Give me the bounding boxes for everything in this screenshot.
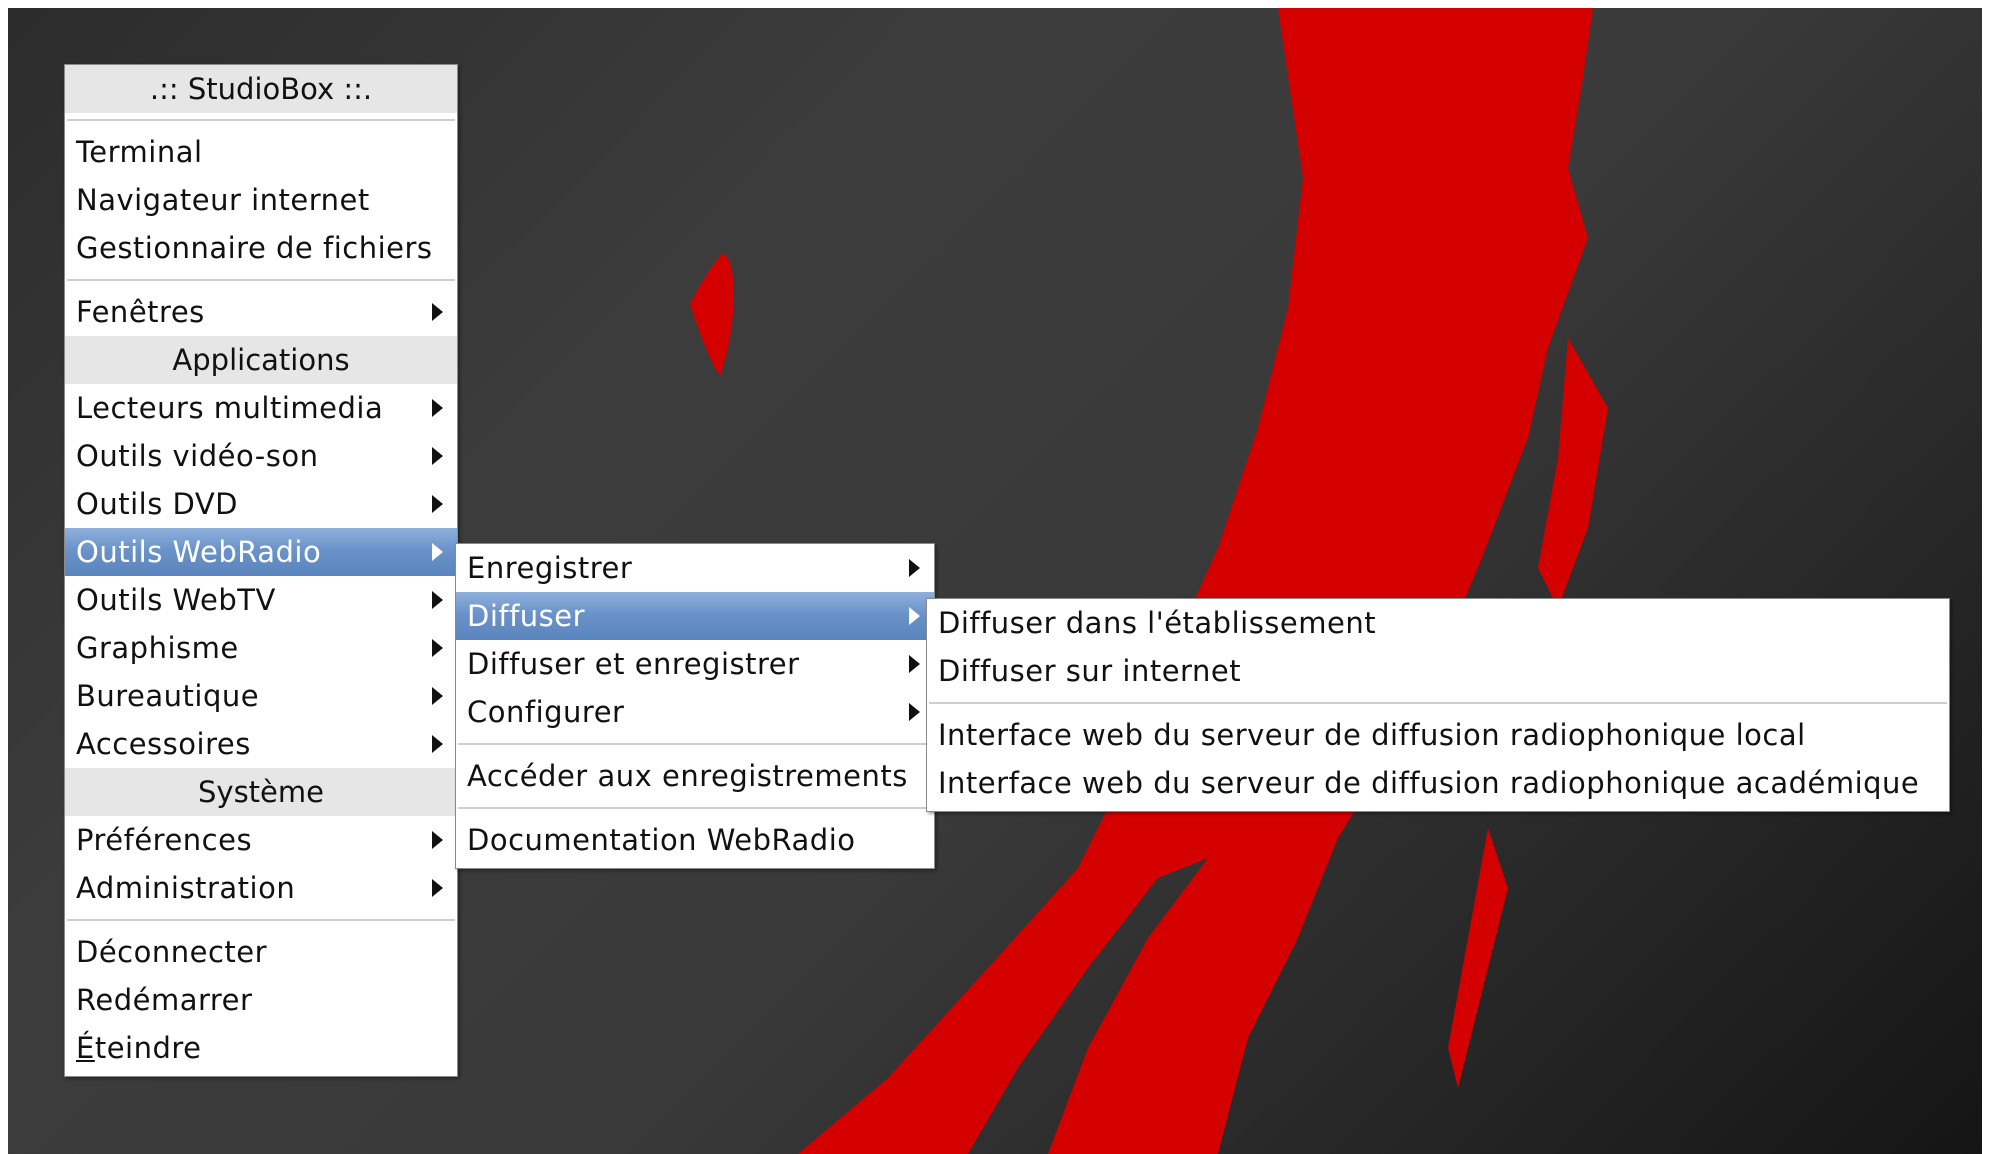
menu-item-label: Outils vidéo-son: [76, 439, 319, 473]
menu-item-shutdown[interactable]: Éteindre: [65, 1024, 457, 1072]
separator: [67, 919, 455, 921]
submenu-arrow-icon: [432, 303, 443, 321]
menu-item-label: Préférences: [76, 823, 253, 857]
menu-item-label: Outils WebTV: [76, 583, 276, 617]
separator: [929, 702, 1947, 704]
separator: [67, 119, 455, 121]
menu-item-office[interactable]: Bureautique: [65, 672, 457, 720]
submenu-arrow-icon: [909, 559, 920, 577]
submenu-arrow-icon: [432, 879, 443, 897]
applications-header: Applications: [65, 336, 457, 384]
menu-item-preferences[interactable]: Préférences: [65, 816, 457, 864]
menu-item-broadcast-internet[interactable]: Diffuser sur internet: [927, 647, 1949, 695]
menu-item-reboot[interactable]: Redémarrer: [65, 976, 457, 1024]
menu-item-label: Administration: [76, 871, 296, 905]
submenu-arrow-icon: [432, 543, 443, 561]
menu-item-logout[interactable]: Déconnecter: [65, 928, 457, 976]
menu-item-webradio-tools[interactable]: Outils WebRadio: [65, 528, 457, 576]
menu-item-label: Configurer: [467, 695, 625, 729]
menu-item-label: Diffuser et enregistrer: [467, 647, 800, 681]
menu-item-administration[interactable]: Administration: [65, 864, 457, 912]
menu-item-webradio-docs[interactable]: Documentation WebRadio: [456, 816, 934, 864]
separator: [458, 807, 932, 809]
desktop: .:: StudioBox ::. Terminal Navigateur in…: [8, 8, 1982, 1154]
menu-item-label: Outils DVD: [76, 487, 239, 521]
menu-item-open-recordings[interactable]: Accéder aux enregistrements: [456, 752, 934, 800]
menu-item-web-browser[interactable]: Navigateur internet: [65, 176, 457, 224]
red-stroke-thin: [1448, 828, 1508, 1088]
submenu-arrow-icon: [432, 831, 443, 849]
menu-item-configure[interactable]: Configurer: [456, 688, 934, 736]
menu-item-label: Graphisme: [76, 631, 239, 665]
menu-item-label: Lecteurs multimedia: [76, 391, 384, 425]
submenu-arrow-icon: [909, 703, 920, 721]
menu-item-webtv-tools[interactable]: Outils WebTV: [65, 576, 457, 624]
submenu-arrow-icon: [432, 495, 443, 513]
menu-item-label: Bureautique: [76, 679, 260, 713]
menu-item-label: Enregistrer: [467, 551, 633, 585]
separator: [67, 279, 455, 281]
red-stroke-drip: [1538, 338, 1608, 608]
broadcast-submenu: Diffuser dans l'établissement Diffuser s…: [926, 598, 1950, 812]
menu-item-windows-label: Fenêtres: [76, 295, 205, 329]
menu-item-label: Outils WebRadio: [76, 535, 322, 569]
menu-item-terminal[interactable]: Terminal: [65, 128, 457, 176]
menu-item-video-sound-tools[interactable]: Outils vidéo-son: [65, 432, 457, 480]
menu-item-dvd-tools[interactable]: Outils DVD: [65, 480, 457, 528]
menu-item-file-manager[interactable]: Gestionnaire de fichiers: [65, 224, 457, 272]
main-menu: .:: StudioBox ::. Terminal Navigateur in…: [64, 64, 458, 1077]
submenu-arrow-icon: [432, 687, 443, 705]
red-blob: [690, 253, 734, 376]
menu-item-local-server-interface[interactable]: Interface web du serveur de diffusion ra…: [927, 711, 1949, 759]
main-menu-title: .:: StudioBox ::.: [65, 65, 457, 113]
submenu-arrow-icon: [432, 639, 443, 657]
menu-item-windows[interactable]: Fenêtres: [65, 288, 457, 336]
submenu-arrow-icon: [432, 591, 443, 609]
webradio-submenu: Enregistrer Diffuser Diffuser et enregis…: [455, 543, 935, 869]
submenu-arrow-icon: [432, 447, 443, 465]
submenu-arrow-icon: [909, 655, 920, 673]
menu-item-label: teindre: [94, 1031, 202, 1065]
menu-item-label: Accessoires: [76, 727, 251, 761]
separator: [458, 743, 932, 745]
menu-item-accessories[interactable]: Accessoires: [65, 720, 457, 768]
menu-item-broadcast-local[interactable]: Diffuser dans l'établissement: [927, 599, 1949, 647]
menu-item-graphics[interactable]: Graphisme: [65, 624, 457, 672]
menu-item-academic-server-interface[interactable]: Interface web du serveur de diffusion ra…: [927, 759, 1949, 807]
submenu-arrow-icon: [909, 607, 920, 625]
menu-item-broadcast-and-record[interactable]: Diffuser et enregistrer: [456, 640, 934, 688]
menu-item-media-players[interactable]: Lecteurs multimedia: [65, 384, 457, 432]
menu-item-record[interactable]: Enregistrer: [456, 544, 934, 592]
submenu-arrow-icon: [432, 735, 443, 753]
menu-item-label: Diffuser: [467, 599, 586, 633]
mnemonic-letter: É: [76, 1031, 95, 1065]
system-header: Système: [65, 768, 457, 816]
submenu-arrow-icon: [432, 399, 443, 417]
menu-item-broadcast[interactable]: Diffuser: [456, 592, 934, 640]
